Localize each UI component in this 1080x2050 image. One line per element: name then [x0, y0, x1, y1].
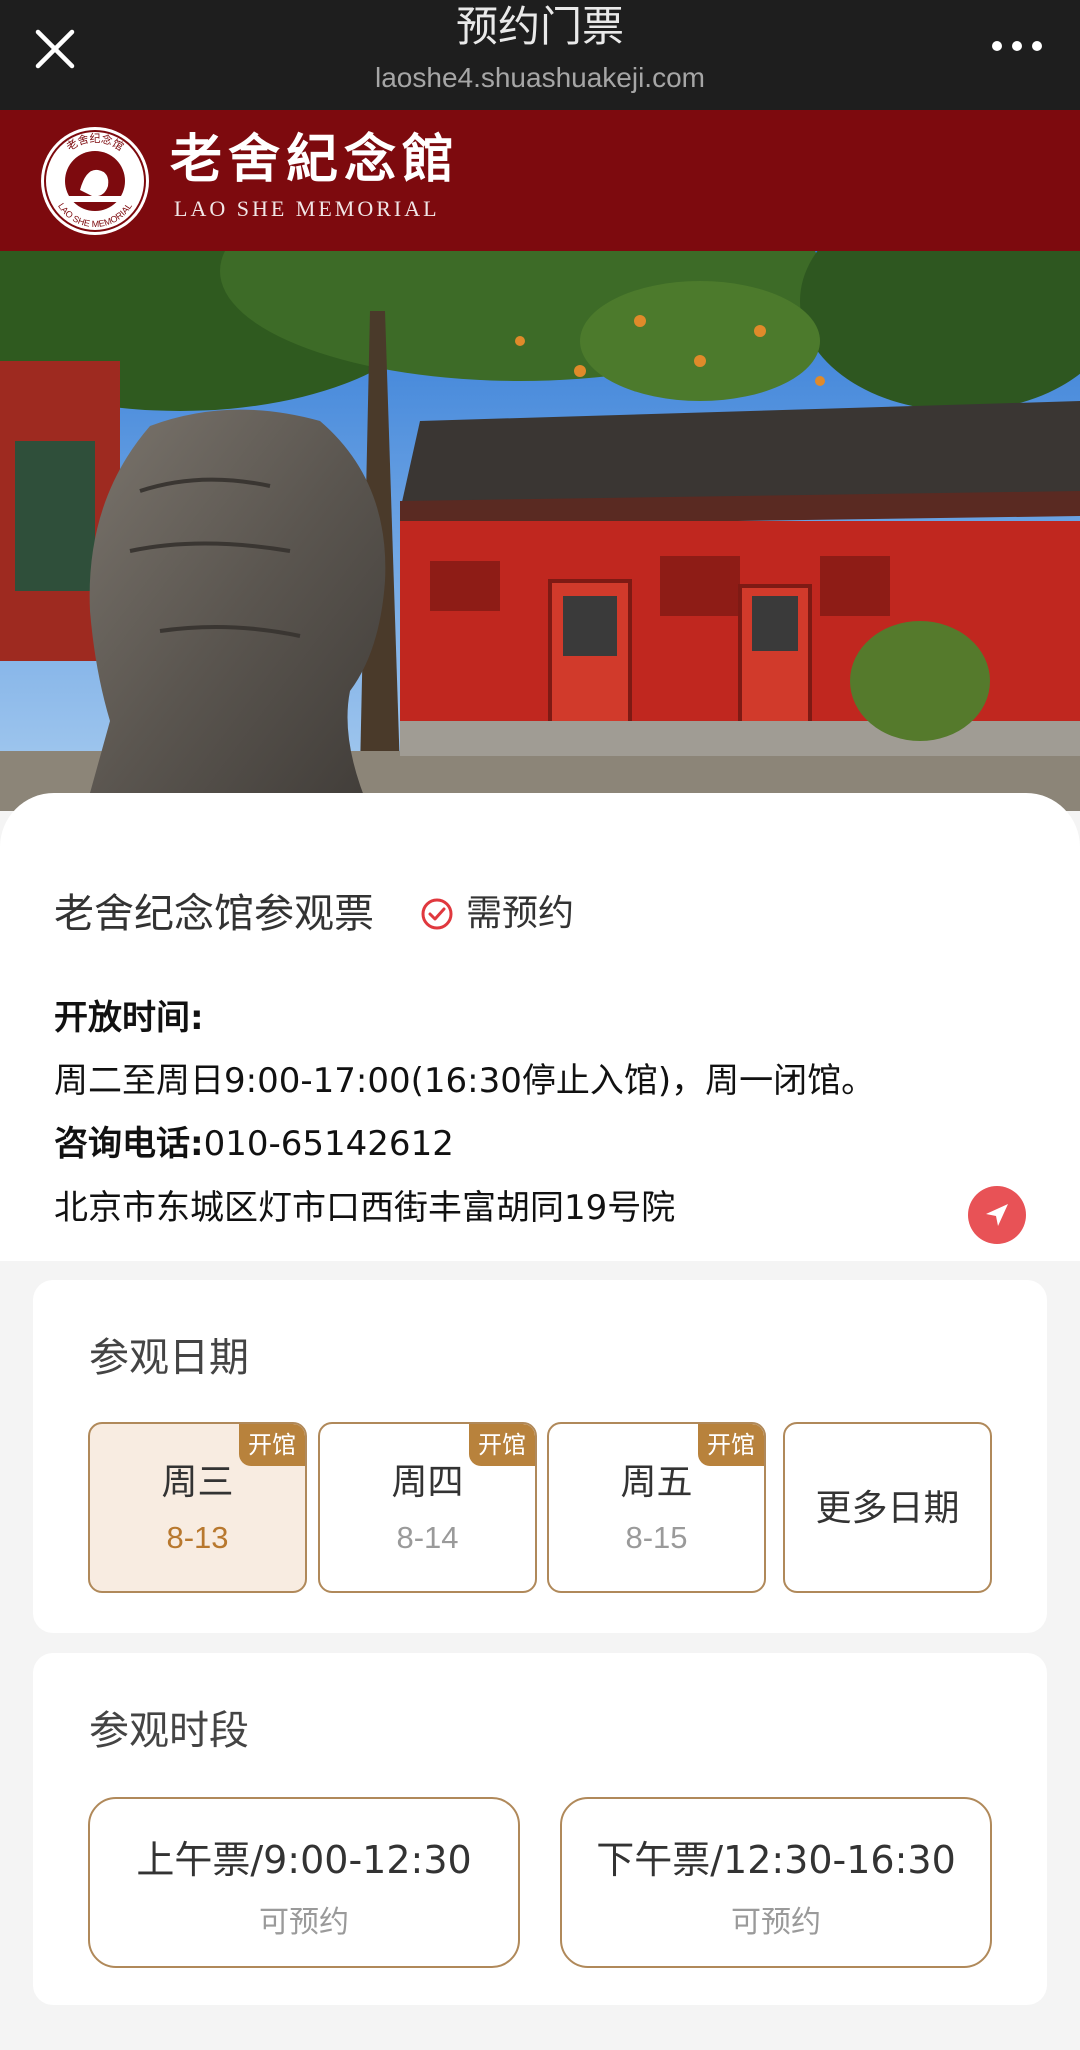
memorial-logo: 老舍纪念馆 LAO SHE MEMORIAL	[38, 124, 152, 238]
page-title: 预约门票	[455, 2, 624, 51]
reservation-required-label: 需预约	[466, 893, 575, 934]
date-option-day: 周四	[391, 1462, 464, 1503]
time-slot-afternoon[interactable]: 下午票/12:30-16:30 可预约	[560, 1797, 992, 1968]
visit-date-title: 参观日期	[89, 1335, 249, 1381]
opening-hours-label: 开放时间:	[54, 998, 204, 1038]
more-dates-button[interactable]: 更多日期	[783, 1422, 992, 1593]
brand-header: 老舍纪念馆 LAO SHE MEMORIAL 老舍紀念館 LAO SHE MEM…	[0, 110, 1080, 251]
time-slot-morning[interactable]: 上午票/9:00-12:30 可预约	[88, 1797, 520, 1968]
visit-date-section: 参观日期 开馆 周三 8-13 开馆 周四 8-14 开馆 周五 8-15 更多…	[33, 1280, 1047, 1633]
reservation-required-tag: 需预约	[420, 890, 574, 938]
phone-label: 咨询电话:	[54, 1124, 204, 1164]
time-slot-label: 下午票/12:30-16:30	[596, 1838, 956, 1882]
page-url: laoshe4.shuashuakeji.com	[375, 62, 705, 93]
date-option-day: 周五	[620, 1462, 693, 1503]
ticket-name: 老舍纪念馆参观票	[54, 891, 374, 937]
visit-time-title: 参观时段	[89, 1708, 249, 1754]
date-option-1[interactable]: 开馆 周四 8-14	[318, 1422, 537, 1593]
check-circle-icon	[421, 898, 453, 930]
time-slot-label: 上午票/9:00-12:30	[136, 1838, 472, 1882]
phone-number[interactable]: 010-65142612	[204, 1124, 454, 1164]
memorial-hero-image	[0, 251, 1080, 811]
date-option-date: 8-15	[625, 1520, 688, 1555]
more-dates-label: 更多日期	[815, 1488, 960, 1529]
more-options-icon[interactable]	[990, 36, 1044, 56]
date-option-0[interactable]: 开馆 周三 8-13	[88, 1422, 307, 1593]
navigation-arrow-icon	[986, 1204, 1008, 1226]
date-option-date: 8-14	[396, 1520, 459, 1555]
phone-line: 咨询电话:010-65142612	[54, 1121, 454, 1167]
visit-time-section: 参观时段 上午票/9:00-12:30 可预约 下午票/12:30-16:30 …	[33, 1653, 1047, 2005]
date-option-date: 8-13	[166, 1520, 229, 1555]
date-option-day: 周三	[161, 1462, 234, 1503]
navigate-button[interactable]	[968, 1186, 1026, 1244]
brand-name-en: LAO SHE MEMORIAL	[174, 196, 440, 221]
date-option-2[interactable]: 开馆 周五 8-15	[547, 1422, 766, 1593]
brand-name-cn: 老舍紀念館	[170, 129, 461, 190]
address-text: 北京市东城区灯市口西街丰富胡同19号院	[54, 1188, 676, 1228]
time-slot-status: 可预约	[731, 1905, 821, 1940]
ticket-info-card: 老舍纪念馆参观票 需预约 开放时间: 周二至周日9:00-17:00(16:30…	[0, 793, 1080, 1261]
opening-hours-text: 周二至周日9:00-17:00(16:30停止入馆)，周一闭馆。	[54, 1061, 876, 1101]
top-navbar: 预约门票 laoshe4.shuashuakeji.com	[0, 0, 1080, 110]
time-slot-status: 可预约	[259, 1905, 349, 1940]
